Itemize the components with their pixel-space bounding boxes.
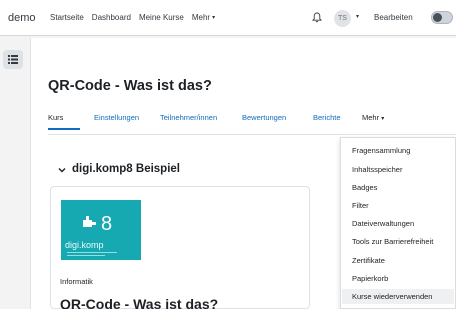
course-card-title[interactable]: QR-Code - Was ist das? — [60, 296, 218, 309]
menu-item-tools-barrierefreiheit[interactable]: Tools zur Barrierefreiheit — [352, 237, 433, 246]
tab-mehr[interactable]: Mehr ▾ — [362, 113, 384, 122]
tab-kurs[interactable]: Kurs — [48, 113, 63, 122]
nav-more-label: Mehr — [191, 13, 211, 22]
menu-item-inhaltsspeicher[interactable]: Inhaltsspeicher — [352, 165, 402, 174]
nav-link-dashboard[interactable]: Dashboard — [92, 13, 131, 22]
active-tab-indicator — [48, 128, 80, 130]
toggle-knob — [433, 13, 442, 22]
user-menu-caret-icon[interactable]: ▾ — [356, 13, 359, 20]
menu-item-kurse-wiederverwenden[interactable]: Kurse wiederverwenden — [342, 289, 454, 304]
course-logo: 8 — [61, 200, 141, 260]
nav-link-meine-kurse[interactable]: Meine Kurse — [139, 13, 184, 22]
list-icon — [8, 55, 18, 64]
bell-icon[interactable] — [312, 12, 322, 23]
course-category: Informatik — [60, 277, 93, 286]
tab-bewertungen[interactable]: Bewertungen — [242, 113, 286, 122]
menu-item-fragensammlung[interactable]: Fragensammlung — [352, 146, 410, 155]
tab-berichte[interactable]: Berichte — [313, 113, 341, 122]
digikomp-logo-icon: 8 — [67, 213, 117, 256]
secondary-nav-divider — [48, 134, 456, 135]
menu-item-papierkorb[interactable]: Papierkorb — [352, 274, 388, 283]
nav-more-menu[interactable]: Mehr ▾ — [192, 13, 215, 22]
user-avatar[interactable]: TS — [334, 10, 351, 27]
tab-mehr-label: Mehr — [362, 113, 380, 122]
edit-mode-toggle[interactable] — [431, 11, 453, 24]
page-title: QR-Code - Was ist das? — [48, 78, 212, 94]
tab-einstellungen[interactable]: Einstellungen — [94, 113, 139, 122]
course-index-drawer-button[interactable] — [3, 50, 23, 69]
logo-text: digi.komp — [65, 240, 104, 250]
site-brand[interactable]: demo — [8, 12, 38, 24]
nav-link-startseite[interactable]: Startseite — [50, 13, 84, 22]
edit-mode-label: Bearbeiten — [374, 13, 413, 22]
section-title[interactable]: digi.komp8 Beispiel — [72, 163, 180, 175]
tab-teilnehmer[interactable]: Teilnehmer/innen — [160, 113, 217, 122]
chevron-down-icon[interactable] — [58, 166, 66, 174]
menu-item-badges[interactable]: Badges — [352, 183, 377, 192]
menu-item-filter[interactable]: Filter — [352, 201, 369, 210]
caret-down-icon: ▾ — [381, 116, 385, 122]
menu-item-dateiverwaltungen[interactable]: Dateiverwaltungen — [352, 219, 414, 228]
menu-item-zertifikate[interactable]: Zertifikate — [352, 256, 385, 265]
logo-digit: 8 — [101, 213, 112, 235]
caret-down-icon: ▾ — [212, 15, 216, 21]
